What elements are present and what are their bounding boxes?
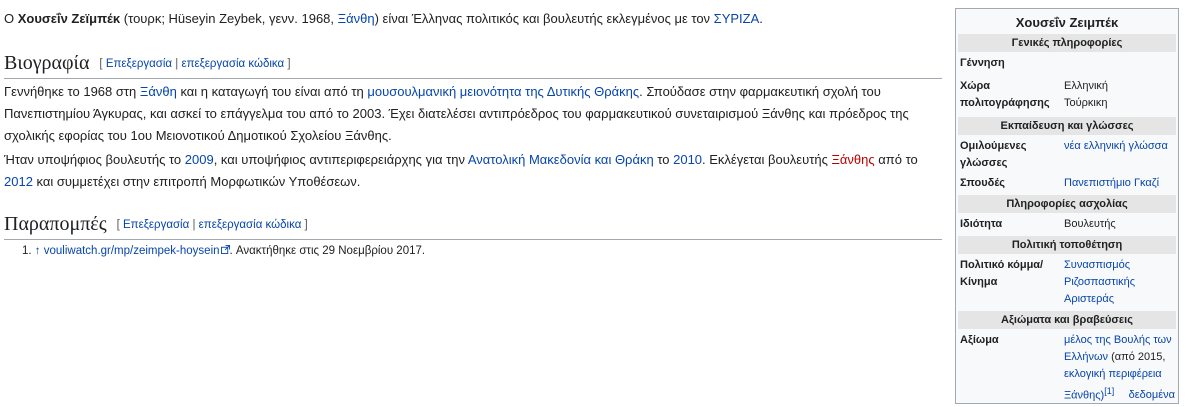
- link-syriza[interactable]: ΣΥΡΙΖΑ: [714, 11, 760, 26]
- link-xanthi[interactable]: Ξάνθη: [338, 11, 375, 26]
- reference-text: . Ανακτήθηκε στις 29 Νοεμβρίου 2017.: [229, 245, 426, 257]
- link-minority[interactable]: μουσουλμανική μειονότητα της Δυτικής Θρά…: [367, 84, 639, 99]
- intro-text: (τουρκ; Hüseyin Zeybek, γενν. 1968,: [120, 11, 338, 26]
- infobox-label: Πολιτικό κόμμα/Κίνημα: [960, 257, 1064, 308]
- external-link-icon: [220, 242, 230, 254]
- intro-text: Ο: [4, 11, 18, 26]
- bio-text: , και υποψήφιος αντιπεριφερειάρχης για τ…: [213, 152, 468, 167]
- link-syriza-line1[interactable]: Συνασπισμός: [1064, 259, 1130, 271]
- infobox-section-occupation: Πληροφορίες ασχολίας: [958, 195, 1176, 213]
- infobox-row-languages: Ομιλούμενες γλώσσες νέα ελληνική γλώσσα: [956, 135, 1178, 175]
- infobox-section-awards: Αξιώματα και βραβεύσεις: [958, 311, 1176, 329]
- bio-text: . Εκλέγεται βουλευτής: [702, 152, 832, 167]
- bio-text: και η καταγωγή του είναι από τη: [176, 84, 368, 99]
- biography-paragraph-2: Ήταν υποψήφιος βουλευτής το 2009, και υπ…: [4, 149, 939, 193]
- link-gazi-university[interactable]: Πανεπιστήμιο Γκαζί: [1064, 177, 1159, 189]
- infobox-value: Συνασπισμός Ριζοσπαστικής Αριστεράς: [1064, 257, 1176, 308]
- bracket-close: ]: [301, 219, 308, 231]
- edit-link[interactable]: Επεξεργασία: [123, 219, 189, 231]
- infobox: Χουσεΐν Ζειμπέκ Γενικές πληροφορίες Γένν…: [955, 8, 1179, 404]
- link-parliament-member[interactable]: Ελλήνων: [1064, 351, 1108, 363]
- bio-text: Ήταν υποψήφιος βουλευτής το: [4, 152, 185, 167]
- bracket-close: ]: [284, 58, 291, 70]
- edit-link[interactable]: Επεξεργασία: [106, 58, 172, 70]
- edit-source-link[interactable]: επεξεργασία κώδικα: [181, 58, 284, 70]
- intro-paragraph: Ο Χουσεΐν Ζεϊμπέκ (τουρκ; Hüseyin Zeybek…: [4, 8, 944, 30]
- references-list: 1. ↑ vouliwatch.gr/mp/zeimpek-hoysein . Α…: [22, 242, 425, 260]
- link-2009[interactable]: 2009: [185, 152, 214, 167]
- edit-section: [ Επεξεργασία | επεξεργασία κώδικα ]: [99, 58, 290, 70]
- bio-text: το: [653, 152, 674, 167]
- value-line: Ελληνική: [1064, 80, 1109, 92]
- infobox-value: νέα ελληνική γλώσσα: [1064, 138, 1176, 172]
- link-xanthi[interactable]: Ξάνθη: [140, 84, 177, 99]
- reference-number: 1.: [22, 245, 35, 257]
- biography-paragraph-1: Γεννήθηκε το 1968 στη Ξάνθη και η καταγω…: [4, 81, 939, 147]
- infobox-title: Χουσεΐν Ζειμπέκ: [1015, 15, 1119, 30]
- link-region[interactable]: Ανατολική Μακεδονία και Θράκη: [468, 152, 654, 167]
- edit-section: [ Επεξεργασία | επεξεργασία κώδικα ]: [117, 219, 308, 231]
- heading-biography: Βιογραφία [ Επεξεργασία | επεξεργασία κώδ…: [4, 51, 942, 79]
- label-line: γλώσσες: [960, 157, 1008, 169]
- infobox-value: Πανεπιστήμιο Γκαζί: [1064, 175, 1176, 192]
- infobox-label: Χώρα πολιτογράφησης: [960, 78, 1064, 112]
- citation-link[interactable]: [1]: [1104, 386, 1114, 396]
- link-constituency[interactable]: εκλογική περιφέρεια: [1064, 368, 1162, 380]
- intro-text: ) είναι Έλληνας πολιτικός και βουλευτής …: [374, 11, 714, 26]
- link-constituency[interactable]: Ξάνθης): [1064, 390, 1104, 402]
- infobox-row-occupation: Ιδιότητα Βουλευτής: [956, 213, 1178, 236]
- heading-title: Παραπομπές: [4, 213, 107, 235]
- label-line: πολιτογράφησης: [960, 97, 1050, 109]
- heading-references: Παραπομπές [ Επεξεργασία | επεξεργασία κώ…: [4, 212, 942, 240]
- link-syriza-line2[interactable]: Ριζοσπαστικής Αριστεράς: [1064, 276, 1135, 305]
- link-2012[interactable]: 2012: [4, 174, 33, 189]
- infobox-label: Σπουδές: [960, 177, 1006, 189]
- infobox-row-citizenship: Χώρα πολιτογράφησης Ελληνική Τούρκικη: [956, 76, 1178, 117]
- label-line: Κίνημα: [960, 276, 998, 288]
- edit-separator: |: [189, 219, 199, 231]
- infobox-value: Βουλευτής: [1064, 218, 1116, 230]
- infobox-section-education: Εκπαίδευση και γλώσσες: [958, 117, 1176, 135]
- office-term: (από 2015,: [1108, 351, 1166, 363]
- back-to-citation-link[interactable]: ↑: [35, 245, 41, 257]
- infobox-row-birth: Γέννηση: [956, 52, 1178, 76]
- intro-text: .: [759, 11, 763, 26]
- edit-source-link[interactable]: επεξεργασία κώδικα: [199, 219, 302, 231]
- bio-text: και συμμετέχει στην επιτροπή Μορφωτικών …: [32, 174, 361, 189]
- bio-text: Γεννήθηκε το 1968 στη: [4, 84, 140, 99]
- link-2010[interactable]: 2010: [673, 152, 702, 167]
- reference-link[interactable]: vouliwatch.gr/mp/zeimpek-hoysein: [44, 245, 220, 257]
- link-parliament-member[interactable]: μέλος της Βουλής των: [1064, 334, 1172, 346]
- value-line: Τούρκικη: [1064, 97, 1108, 109]
- reference-item: 1. ↑ vouliwatch.gr/mp/zeimpek-hoysein . Α…: [22, 242, 425, 260]
- wikidata-link[interactable]: δεδομένα: [1129, 389, 1175, 401]
- infobox-row-party: Πολιτικό κόμμα/Κίνημα Συνασπισμός Ριζοσπα…: [956, 254, 1178, 311]
- label-line: Χώρα: [960, 80, 991, 92]
- heading-title: Βιογραφία: [4, 52, 90, 74]
- label-line: Ομιλούμενες: [960, 140, 1027, 152]
- infobox-label: Αξίωμα: [960, 334, 999, 346]
- infobox-value: Ελληνική Τούρκικη: [1064, 78, 1176, 112]
- link-greek-language[interactable]: νέα ελληνική γλώσσα: [1064, 140, 1168, 152]
- subject-name: Χουσεΐν Ζεϊμπέκ: [17, 11, 121, 26]
- infobox-label: Ομιλούμενες γλώσσες: [960, 138, 1064, 172]
- infobox-label: Ιδιότητα: [960, 218, 1003, 230]
- infobox-row-studies: Σπουδές Πανεπιστήμιο Γκαζί: [956, 175, 1178, 195]
- infobox-section-general: Γενικές πληροφορίες: [958, 34, 1176, 52]
- link-xanthis-redlink[interactable]: Ξάνθης: [831, 152, 874, 167]
- infobox-label: Γέννηση: [960, 57, 1005, 69]
- label-line: Πολιτικό κόμμα/: [960, 259, 1044, 271]
- infobox-section-political: Πολιτική τοποθέτηση: [958, 236, 1176, 254]
- bio-text: από το: [874, 152, 918, 167]
